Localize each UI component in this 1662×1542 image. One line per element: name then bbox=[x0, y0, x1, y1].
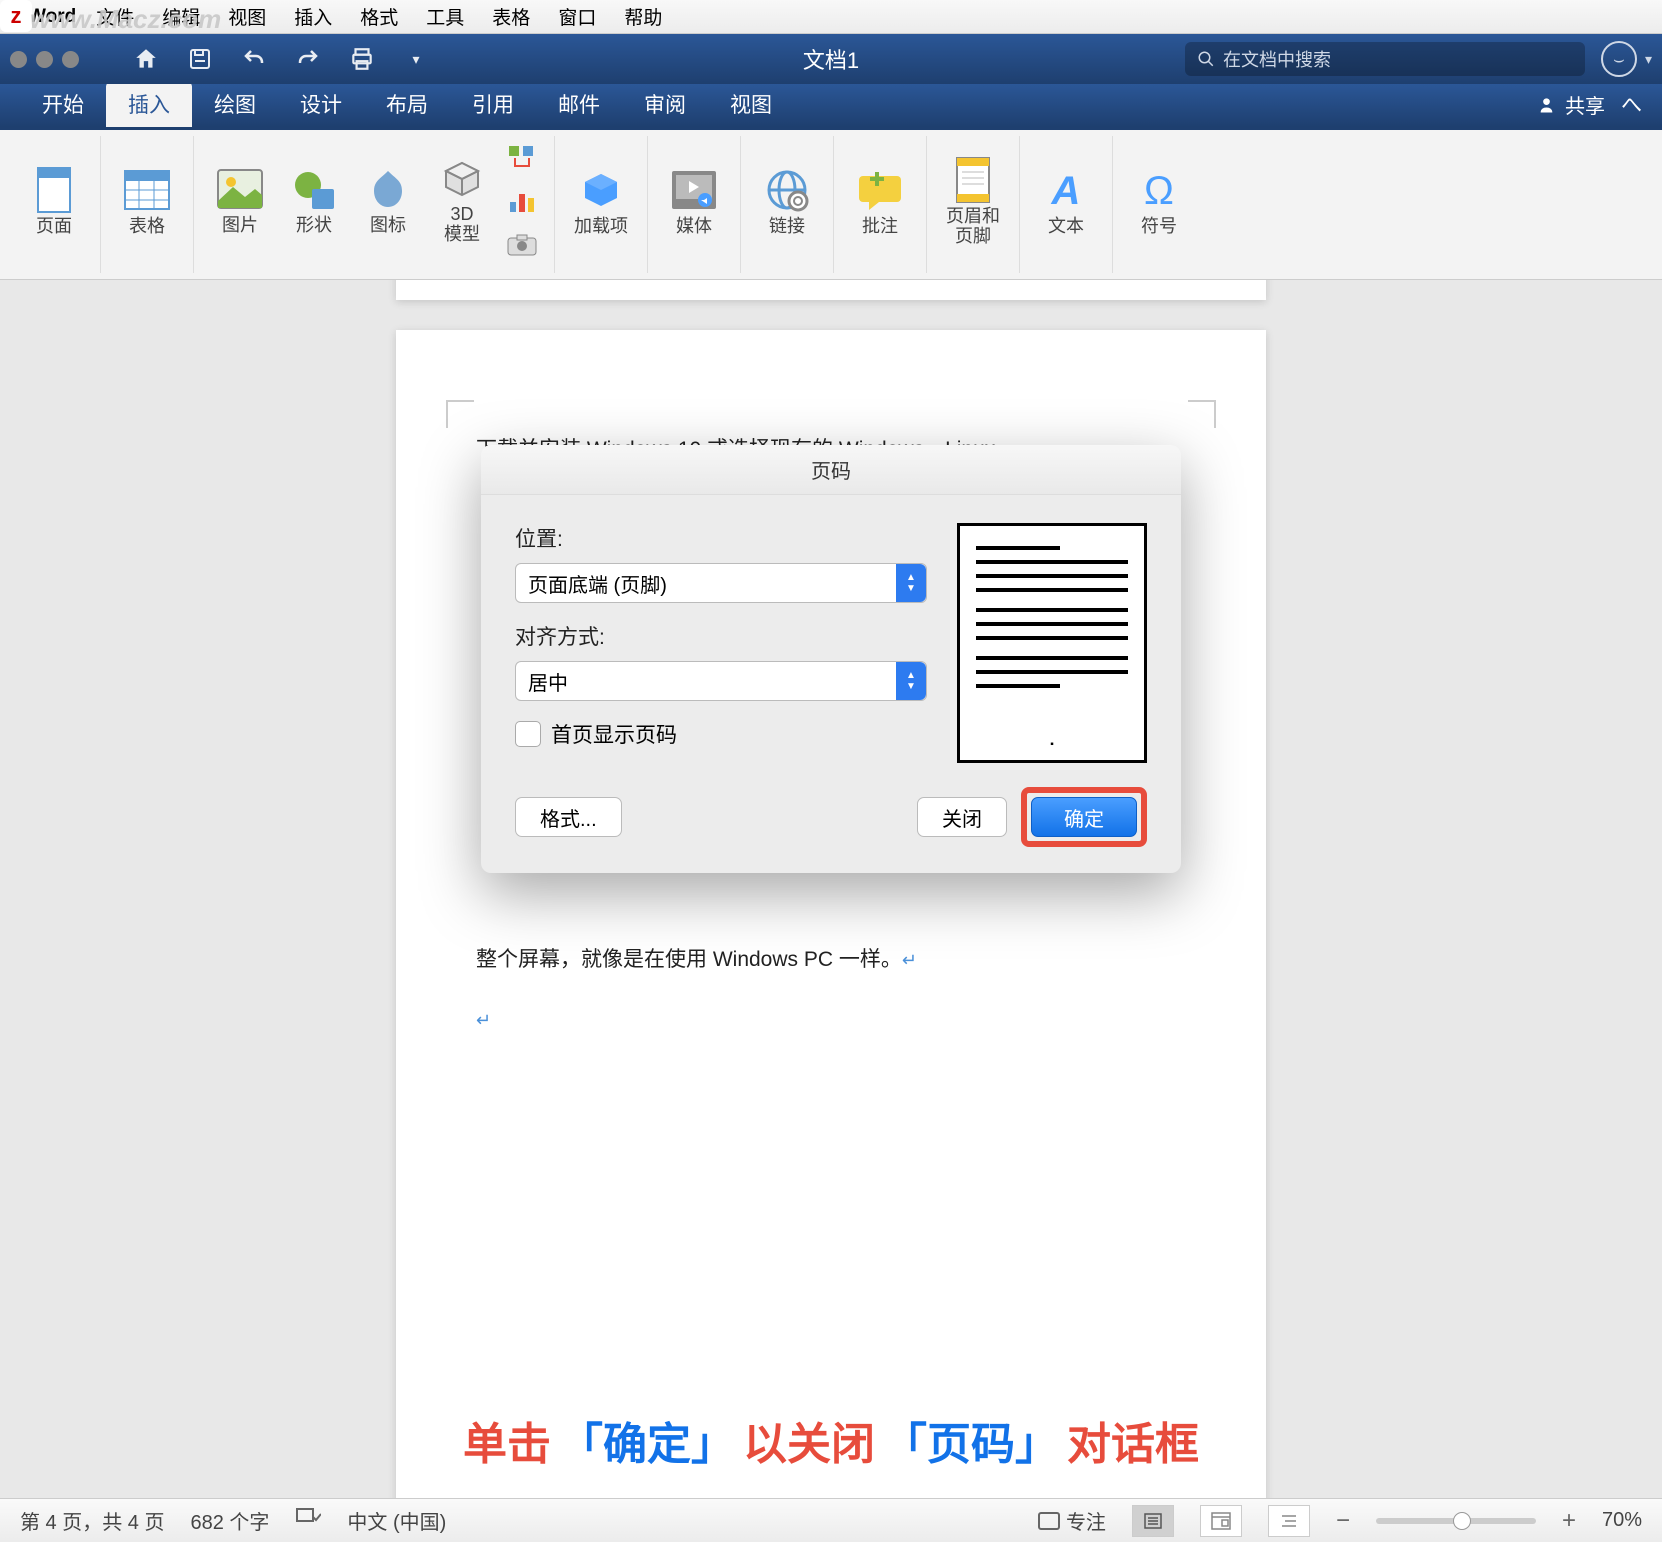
view-web-button[interactable] bbox=[1200, 1505, 1242, 1537]
tab-references[interactable]: 引用 bbox=[450, 81, 536, 127]
body-text: 整个屏幕，就像是在使用 Windows PC 一样。↵ bbox=[476, 940, 1186, 980]
menu-file[interactable]: 文件 bbox=[96, 3, 134, 30]
zoom-out-button[interactable]: − bbox=[1336, 1507, 1350, 1535]
search-placeholder: 在文档中搜索 bbox=[1223, 46, 1331, 72]
ribbon-link[interactable]: 链接 bbox=[755, 166, 819, 238]
position-label: 位置: bbox=[515, 523, 927, 553]
tab-home[interactable]: 开始 bbox=[20, 81, 106, 127]
window-controls[interactable] bbox=[10, 51, 79, 68]
ribbon-comment[interactable]: 批注 bbox=[848, 166, 912, 238]
ribbon-addons[interactable]: 加载项 bbox=[569, 166, 633, 238]
menu-table[interactable]: 表格 bbox=[492, 3, 530, 30]
page-prev bbox=[396, 280, 1266, 300]
select-arrow-icon: ▲▼ bbox=[896, 662, 926, 700]
status-bar: 第 4 页，共 4 页 682 个字 中文 (中国) 专注 − + 70% bbox=[0, 1498, 1662, 1542]
zoom-slider[interactable] bbox=[1376, 1518, 1536, 1524]
tab-insert[interactable]: 插入 bbox=[106, 81, 192, 127]
print-icon[interactable] bbox=[347, 44, 377, 74]
ok-button[interactable]: 确定 bbox=[1031, 797, 1137, 837]
ribbon-tabs: 开始 插入 绘图 设计 布局 引用 邮件 审阅 视图 共享 へ bbox=[0, 84, 1662, 130]
select-arrow-icon: ▲▼ bbox=[896, 564, 926, 602]
highlight-box: 确定 bbox=[1021, 787, 1147, 847]
save-icon[interactable] bbox=[185, 44, 215, 74]
ribbon-smartart-icon[interactable] bbox=[504, 139, 540, 175]
menu-format[interactable]: 格式 bbox=[360, 3, 398, 30]
search-input[interactable]: 在文档中搜索 bbox=[1185, 42, 1585, 76]
format-button[interactable]: 格式... bbox=[515, 797, 622, 837]
first-page-checkbox[interactable]: 首页显示页码 bbox=[515, 719, 927, 749]
crop-mark-icon bbox=[446, 400, 474, 428]
view-print-button[interactable] bbox=[1132, 1505, 1174, 1537]
menu-view[interactable]: 视图 bbox=[228, 3, 266, 30]
language-indicator[interactable]: 中文 (中国) bbox=[347, 1506, 446, 1535]
ribbon-media[interactable]: 媒体 bbox=[662, 166, 726, 238]
return-mark-icon: ↵ bbox=[476, 1010, 1186, 1031]
close-button[interactable]: 关闭 bbox=[917, 797, 1007, 837]
svg-text:Ω: Ω bbox=[1144, 169, 1174, 212]
home-icon[interactable] bbox=[131, 44, 161, 74]
mac-menubar: Word 文件 编辑 视图 插入 格式 工具 表格 窗口 帮助 bbox=[0, 0, 1662, 34]
collapse-ribbon-icon[interactable]: へ bbox=[1621, 89, 1642, 127]
redo-icon[interactable] bbox=[293, 44, 323, 74]
ribbon-header-footer[interactable]: 页眉和 页脚 bbox=[941, 166, 1005, 238]
tab-draw[interactable]: 绘图 bbox=[192, 81, 278, 127]
ribbon-table[interactable]: 表格 bbox=[115, 166, 179, 238]
zoom-in-button[interactable]: + bbox=[1562, 1507, 1576, 1535]
tab-review[interactable]: 审阅 bbox=[622, 81, 708, 127]
site-logo-icon: z bbox=[0, 0, 32, 32]
page-number-dialog: 页码 位置: 页面底端 (页脚) ▲▼ 对齐方式: 居中 ▲▼ 首页显示页码 ▪ bbox=[481, 445, 1181, 873]
checkbox-icon bbox=[515, 721, 541, 747]
ribbon-text[interactable]: A文本 bbox=[1034, 166, 1098, 238]
align-label: 对齐方式: bbox=[515, 621, 927, 651]
tab-view[interactable]: 视图 bbox=[708, 81, 794, 127]
crop-mark-icon bbox=[1188, 400, 1216, 428]
chevron-down-icon[interactable]: ▾ bbox=[1645, 51, 1652, 68]
dialog-title: 页码 bbox=[481, 445, 1181, 495]
word-count[interactable]: 682 个字 bbox=[190, 1506, 269, 1535]
ribbon-chart-icon[interactable] bbox=[504, 183, 540, 219]
position-select[interactable]: 页面底端 (页脚) ▲▼ bbox=[515, 563, 927, 603]
view-outline-button[interactable] bbox=[1268, 1505, 1310, 1537]
tab-mail[interactable]: 邮件 bbox=[536, 81, 622, 127]
spellcheck-icon[interactable] bbox=[295, 1507, 321, 1535]
ribbon-screenshot-icon[interactable] bbox=[504, 227, 540, 263]
ribbon-icons[interactable]: 图标 bbox=[356, 165, 420, 237]
menu-insert[interactable]: 插入 bbox=[294, 3, 332, 30]
ribbon: 页面 表格 图片 形状 图标 3D 模型 加载项 媒体 链接 批注 页眉和 页脚… bbox=[0, 130, 1662, 280]
instruction-annotation: 单击「确定」以关闭「页码」对话框 bbox=[459, 1408, 1203, 1472]
ribbon-3dmodel[interactable]: 3D 模型 bbox=[430, 165, 494, 237]
tab-design[interactable]: 设计 bbox=[278, 81, 364, 127]
zoom-level[interactable]: 70% bbox=[1602, 1509, 1642, 1532]
menu-tools[interactable]: 工具 bbox=[426, 3, 464, 30]
window-titlebar: ▾ 文档1 在文档中搜索 ⌣ ▾ bbox=[0, 34, 1662, 84]
ribbon-symbol[interactable]: Ω符号 bbox=[1127, 166, 1191, 238]
app-name[interactable]: Word bbox=[28, 6, 76, 28]
svg-text:A: A bbox=[1051, 169, 1081, 212]
focus-mode-button[interactable]: 专注 bbox=[1038, 1506, 1106, 1535]
page-preview: ▪ bbox=[957, 523, 1147, 763]
undo-icon[interactable] bbox=[239, 44, 269, 74]
tab-layout[interactable]: 布局 bbox=[364, 81, 450, 127]
document-title: 文档1 bbox=[803, 43, 859, 75]
more-icon[interactable]: ▾ bbox=[401, 44, 431, 74]
menu-help[interactable]: 帮助 bbox=[624, 3, 662, 30]
menu-window[interactable]: 窗口 bbox=[558, 3, 596, 30]
ribbon-shapes[interactable]: 形状 bbox=[282, 165, 346, 237]
return-mark-icon: ↵ bbox=[902, 950, 917, 970]
share-button[interactable]: 共享 bbox=[1539, 90, 1605, 127]
page-indicator[interactable]: 第 4 页，共 4 页 bbox=[20, 1506, 164, 1535]
ribbon-picture[interactable]: 图片 bbox=[208, 165, 272, 237]
align-select[interactable]: 居中 ▲▼ bbox=[515, 661, 927, 701]
ribbon-page[interactable]: 页面 bbox=[22, 166, 86, 238]
menu-edit[interactable]: 编辑 bbox=[162, 3, 200, 30]
feedback-icon[interactable]: ⌣ bbox=[1601, 41, 1637, 77]
